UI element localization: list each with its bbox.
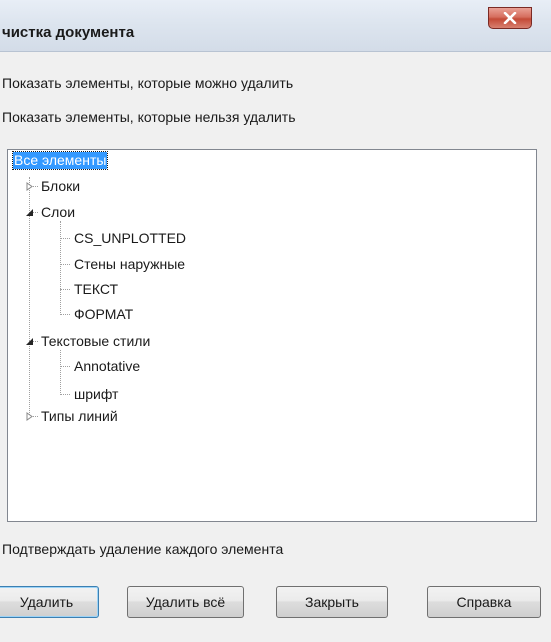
tree-node-text-styles[interactable]: Текстовые стили <box>41 333 150 350</box>
tree-connector <box>60 314 70 315</box>
tree-connector <box>60 238 70 239</box>
show-nondeletable-label: Показать элементы, которые нельзя удалит… <box>2 109 296 125</box>
tree-connector <box>60 221 61 315</box>
tree-connector <box>60 350 61 395</box>
tree-node-blocks[interactable]: Блоки <box>41 178 80 195</box>
tree-connector <box>60 264 70 265</box>
help-button[interactable]: Справка <box>427 586 541 618</box>
expand-arrow-icon[interactable] <box>25 182 34 191</box>
show-nondeletable-option[interactable]: Показать элементы, которые нельзя удалит… <box>0 109 296 125</box>
confirm-each-label: Подтверждать удаление каждого элемента <box>2 541 284 557</box>
tree-node-layer-item[interactable]: ТЕКСТ <box>74 281 118 298</box>
window-title: чистка документа <box>2 24 135 41</box>
tree-node-layer-item[interactable]: ФОРМАТ <box>74 306 133 323</box>
items-tree-view[interactable]: Все элементы Блоки Слои CS_UNPLOTTED Сте… <box>7 149 537 522</box>
show-deletable-option[interactable]: Показать элементы, которые можно удалить <box>0 75 294 91</box>
confirm-each-option[interactable]: Подтверждать удаление каждого элемента <box>0 541 284 557</box>
show-deletable-label: Показать элементы, которые можно удалить <box>2 75 294 91</box>
collapse-arrow-icon[interactable] <box>25 337 34 346</box>
close-window-button[interactable] <box>488 7 532 29</box>
tree-node-text-style-item[interactable]: Annotative <box>74 358 140 375</box>
delete-button[interactable]: Удалить <box>0 586 99 618</box>
tree-node-all-items[interactable]: Все элементы <box>11 151 109 170</box>
tree-connector <box>60 289 70 290</box>
collapse-arrow-icon[interactable] <box>25 208 34 217</box>
close-icon <box>503 12 517 24</box>
tree-node-layer-item[interactable]: CS_UNPLOTTED <box>74 230 186 247</box>
tree-node-line-types[interactable]: Типы линий <box>41 408 118 425</box>
expand-arrow-icon[interactable] <box>25 412 34 421</box>
purge-dialog: чистка документа Показать элементы, кото… <box>0 0 551 642</box>
title-bar[interactable]: чистка документа <box>0 0 551 52</box>
delete-all-button[interactable]: Удалить всё <box>127 586 244 618</box>
tree-node-layers[interactable]: Слои <box>41 204 75 221</box>
tree-node-text-style-item[interactable]: шрифт <box>74 386 118 403</box>
tree-node-layer-item[interactable]: Стены наружные <box>74 256 185 273</box>
close-button[interactable]: Закрыть <box>276 586 388 618</box>
tree-connector <box>60 394 70 395</box>
tree-connector <box>60 366 70 367</box>
